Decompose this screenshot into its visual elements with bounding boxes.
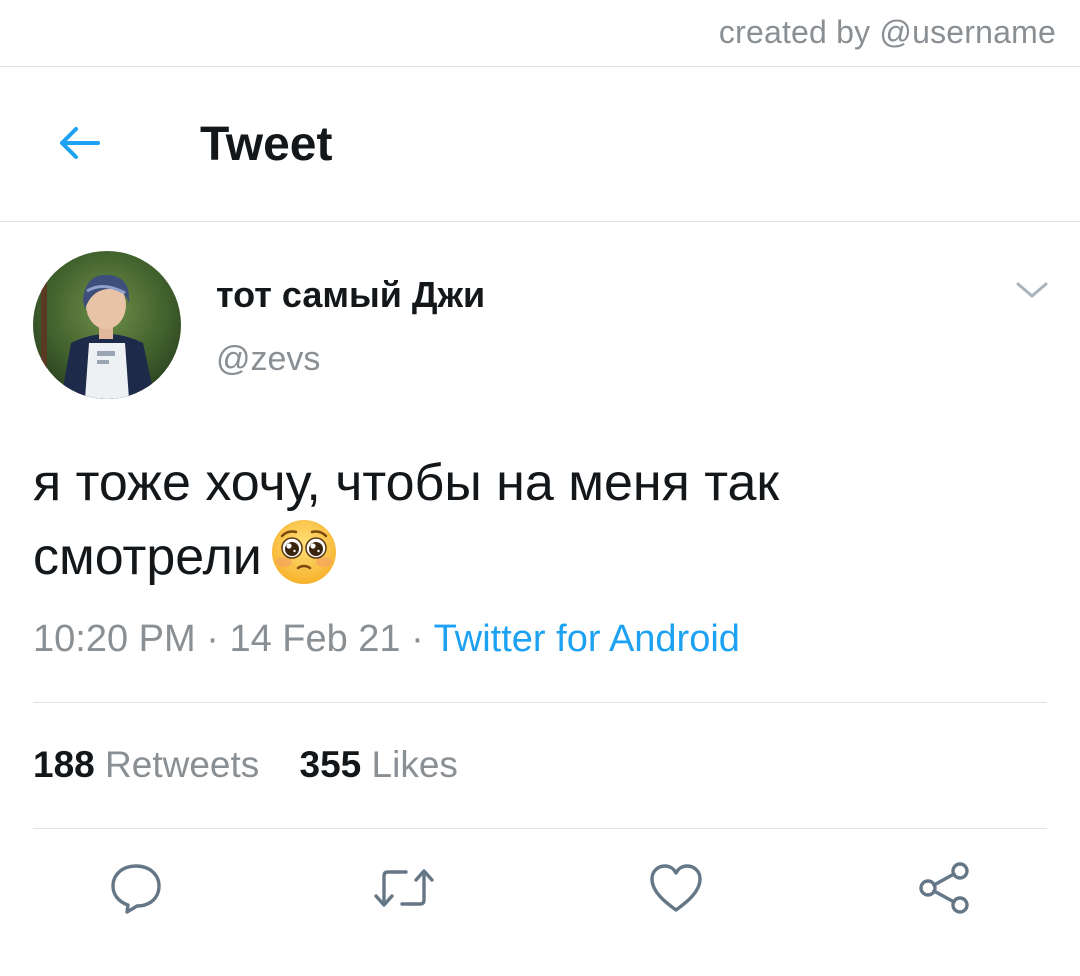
page-title: Tweet: [200, 118, 333, 171]
retweet-icon: [372, 860, 436, 921]
retweets-label: Retweets: [105, 744, 260, 785]
tweet-time: 10:20 PM: [33, 618, 196, 660]
tweet-options-button[interactable]: [1012, 276, 1052, 308]
tweet-meta: 10:20 PM · 14 Feb 21 · Twitter for Andro…: [33, 618, 740, 661]
header-divider: [0, 221, 1080, 222]
reply-icon: [108, 860, 164, 921]
likes-count: 355: [299, 744, 362, 785]
likes-stat[interactable]: 355 Likes: [300, 744, 458, 786]
retweets-stat[interactable]: 188 Retweets: [33, 744, 259, 786]
likes-label: Likes: [371, 744, 458, 785]
retweet-button[interactable]: [372, 858, 436, 922]
tweet-text-line-2: смотрели: [33, 528, 262, 586]
tweet-source-link[interactable]: Twitter for Android: [434, 618, 740, 660]
share-icon: [916, 860, 972, 921]
tweet-header: Tweet: [0, 67, 1080, 221]
stats-bottom-divider: [33, 828, 1047, 829]
creator-credit: created by @username: [718, 14, 1056, 50]
reply-button[interactable]: [104, 858, 168, 922]
arrow-left-icon: [54, 123, 102, 168]
author-display-name[interactable]: тот самый Джи: [216, 274, 485, 316]
meta-separator: ·: [195, 618, 230, 660]
share-button[interactable]: [912, 858, 976, 922]
retweets-count: 188: [33, 744, 95, 785]
tweet-text: я тоже хочу, чтобы на меня так смотрели: [33, 448, 993, 604]
author-handle[interactable]: @zevs: [216, 340, 320, 379]
chevron-down-icon: [1015, 280, 1049, 305]
meta-separator: ·: [400, 618, 434, 660]
avatar[interactable]: [33, 251, 181, 399]
like-icon: [648, 862, 704, 919]
tweet-text-line-1: я тоже хочу, чтобы на меня так: [33, 454, 780, 512]
back-button[interactable]: [40, 107, 116, 183]
pleading-face-icon: [270, 518, 338, 604]
stats-top-divider: [33, 702, 1047, 703]
like-button[interactable]: [644, 858, 708, 922]
tweet-stats: 188 Retweets 355 Likes: [33, 744, 488, 786]
tweet-date: 14 Feb 21: [229, 618, 401, 660]
